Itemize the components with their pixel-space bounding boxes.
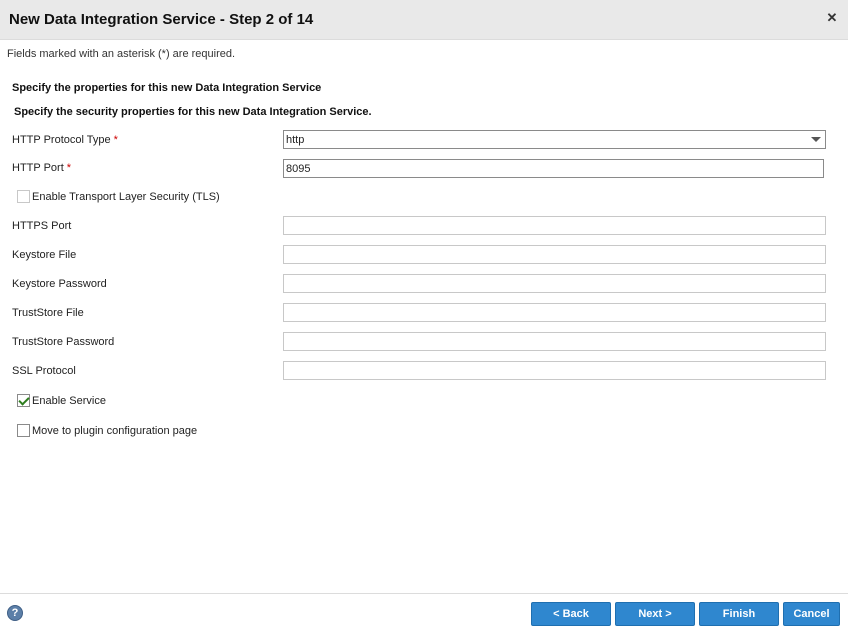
ssl-protocol-input[interactable] (283, 361, 826, 380)
move-to-plugin-label: Move to plugin configuration page (32, 424, 198, 437)
caret-down-icon[interactable] (811, 137, 821, 142)
required-note: Fields marked with an asterisk (*) are r… (7, 48, 236, 60)
properties-heading: Specify the properties for this new Data… (12, 82, 322, 94)
next-button[interactable]: Next > (615, 602, 695, 626)
keystore-file-label: Keystore File (12, 249, 77, 261)
http-port-label-text: HTTP Port (12, 162, 64, 174)
http-protocol-type-select[interactable]: http (283, 130, 826, 149)
enable-tls-label: Enable Transport Layer Security (TLS) (32, 190, 220, 203)
dialog-title: New Data Integration Service - Step 2 of… (9, 11, 314, 28)
truststore-password-label: TrustStore Password (12, 336, 115, 348)
back-button[interactable]: < Back (531, 602, 611, 626)
http-protocol-type-label-text: HTTP Protocol Type (12, 134, 111, 146)
required-star: * (66, 162, 72, 174)
finish-button[interactable]: Finish (699, 602, 779, 626)
truststore-file-input[interactable] (283, 303, 826, 322)
security-heading: Specify the security properties for this… (14, 106, 372, 118)
http-port-input[interactable]: 8095 (283, 159, 824, 178)
truststore-password-input[interactable] (283, 332, 826, 351)
enable-service-label: Enable Service (32, 394, 106, 407)
https-port-label: HTTPS Port (12, 220, 72, 232)
close-icon[interactable]: ✕ (825, 11, 839, 25)
keystore-file-input[interactable] (283, 245, 826, 264)
enable-tls-row[interactable]: Enable Transport Layer Security (TLS) (17, 190, 220, 203)
http-protocol-type-label: HTTP Protocol Type * (12, 134, 118, 146)
https-port-input[interactable] (283, 216, 826, 235)
help-icon[interactable]: ? (7, 605, 23, 621)
enable-service-row[interactable]: Enable Service (17, 394, 106, 407)
enable-tls-checkbox[interactable] (17, 190, 30, 203)
enable-service-checkbox[interactable] (17, 394, 30, 407)
keystore-password-input[interactable] (283, 274, 826, 293)
http-port-label: HTTP Port * (12, 162, 71, 174)
keystore-password-label: Keystore Password (12, 278, 107, 290)
footer-divider (0, 593, 848, 594)
move-to-plugin-checkbox[interactable] (17, 424, 30, 437)
dialog-titlebar: New Data Integration Service - Step 2 of… (0, 0, 848, 40)
ssl-protocol-label: SSL Protocol (12, 365, 76, 377)
http-protocol-type-value: http (286, 134, 305, 146)
cancel-button[interactable]: Cancel (783, 602, 840, 626)
truststore-file-label: TrustStore File (12, 307, 84, 319)
move-to-plugin-row[interactable]: Move to plugin configuration page (17, 424, 197, 437)
http-port-value: 8095 (286, 163, 311, 175)
required-star: * (113, 134, 118, 146)
